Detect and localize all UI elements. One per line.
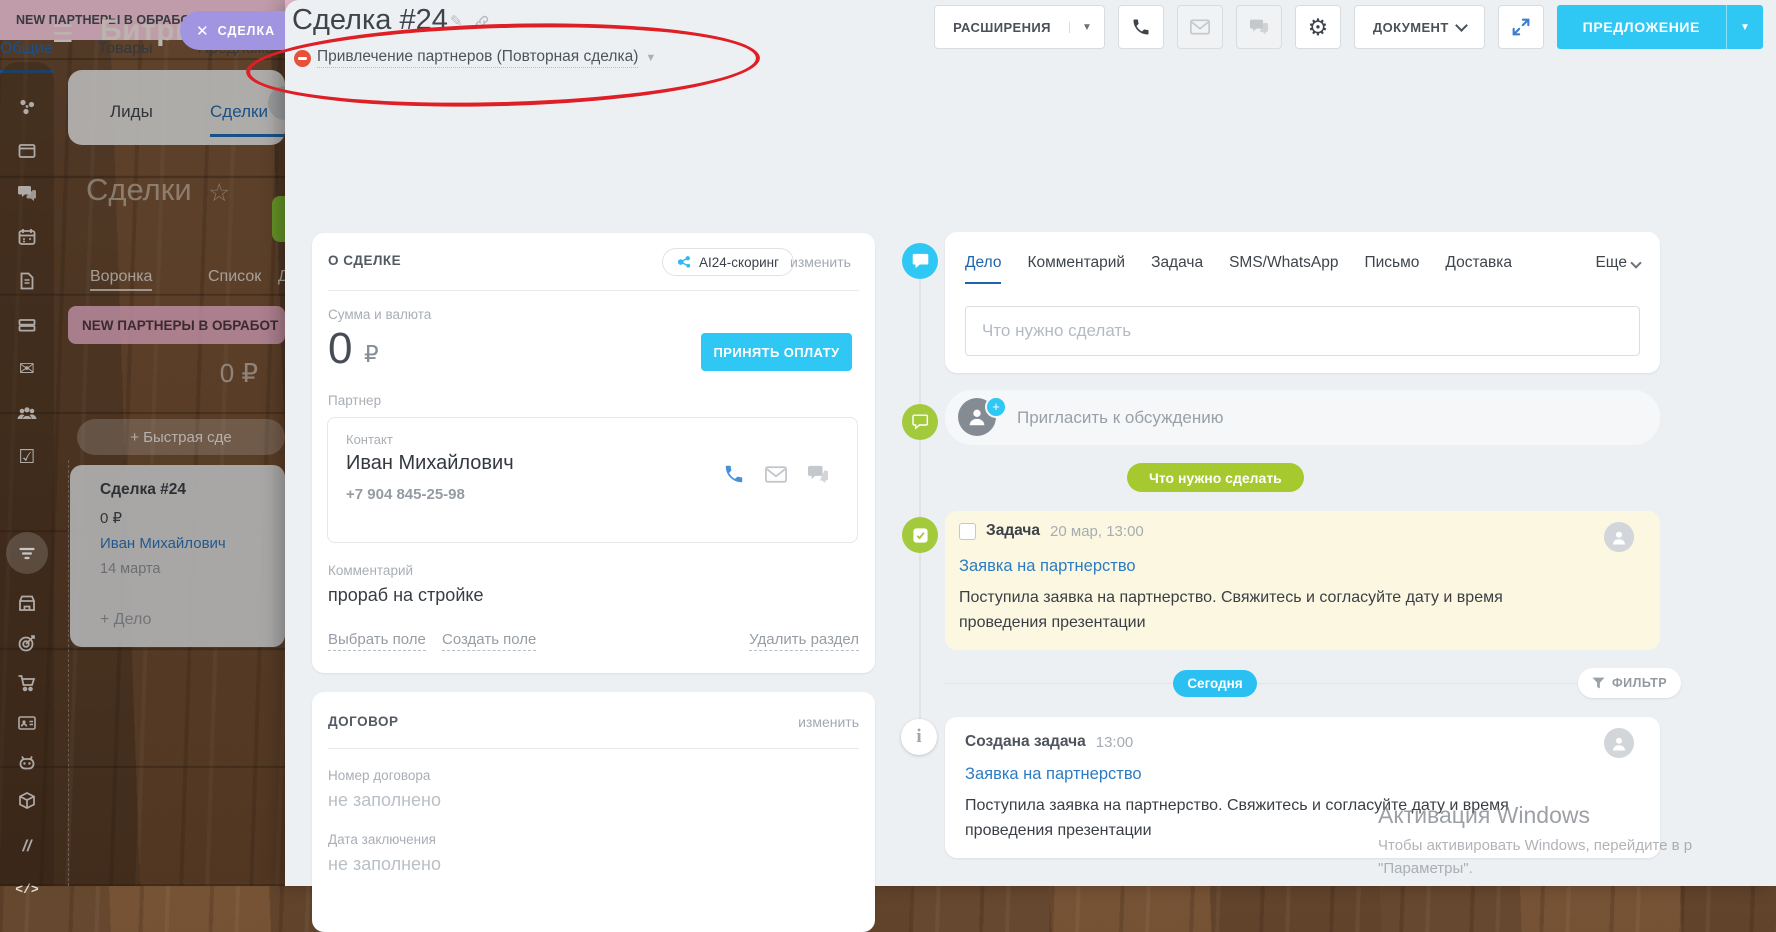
todo-input[interactable] [965,306,1640,356]
ai-molecule-icon [677,255,692,269]
tab-more[interactable]: Еще [1595,254,1640,272]
tab-task[interactable]: Задача [1151,254,1203,284]
task-checkbox[interactable] [959,523,976,540]
divider [328,748,859,749]
task-due-date: 20 мар, 13:00 [1050,523,1144,540]
timeline-comment-icon [902,404,938,440]
extensions-button[interactable]: РАСШИРЕНИЯ ▼ [934,5,1105,49]
comment-value[interactable]: прораб на стройке [328,585,483,606]
partner-label: Партнер [328,393,381,408]
avatar-icon [1604,728,1634,758]
invite-text: Пригласить к обсуждению [1017,408,1223,428]
document-button[interactable]: ДОКУМЕНТ [1354,5,1485,49]
filter-button[interactable]: ФИЛЬТР [1578,668,1681,698]
close-icon: ✕ [196,22,209,40]
task-title-link[interactable]: Заявка на партнерство [959,557,1136,576]
create-field-link[interactable]: Создать поле [442,631,536,651]
tab-letter[interactable]: Письмо [1365,254,1420,284]
contact-label: Контакт [346,432,393,447]
deal-toolbar: РАСШИРЕНИЯ ▼ ⚙ ДОКУМЕНТ ПРЕДЛОЖЕНИЕ ▼ [934,5,1763,49]
amount-label: Сумма и валюта [328,307,431,322]
created-task-card: Создана задача 13:00 Заявка на партнерст… [945,717,1660,858]
chat-button[interactable] [1236,5,1282,49]
contract-number-value[interactable]: не заполнено [328,790,441,811]
edit-section-link[interactable]: изменить [798,714,859,730]
pipeline-selector[interactable]: Привлечение партнеров (Повторная сделка)… [294,48,656,68]
settings-gear-icon[interactable]: ⚙ [1295,5,1341,49]
tab-activity[interactable]: Дело [965,254,1001,284]
ai-scoring-button[interactable]: AI24-скоринг [662,248,794,276]
email-button[interactable] [1177,5,1223,49]
dim-overlay [0,0,285,886]
tab-delivery[interactable]: Доставка [1445,254,1512,284]
chevron-down-icon: ▼ [645,52,656,64]
chevron-down-icon [1630,257,1641,268]
comment-label: Комментарий [328,563,413,578]
contract-date-value[interactable]: не заполнено [328,854,441,875]
amount-value[interactable]: 0 [328,327,352,371]
contract-number-label: Номер договора [328,768,430,783]
email-contact-icon[interactable] [765,466,787,488]
timeline-divider [945,683,1660,684]
edit-pencil-icon[interactable]: ✎ [450,12,463,30]
funnel-icon [1592,677,1605,689]
task-type: Задача [986,522,1040,540]
timeline-activity-icon [902,243,938,279]
tab-sms-whatsapp[interactable]: SMS/WhatsApp [1229,254,1338,284]
chevron-down-icon [1455,19,1468,32]
edit-section-link[interactable]: изменить [790,254,851,270]
call-contact-icon[interactable] [723,463,745,490]
phone-call-button[interactable] [1118,5,1164,49]
avatar-icon [1604,522,1634,552]
deal-title: Сделка #24 [292,4,448,37]
timeline-composer-card: Дело Комментарий Задача SMS/WhatsApp Пис… [945,232,1660,373]
invite-discussion-bar[interactable]: + Пригласить к обсуждению [945,390,1660,445]
about-deal-card: О СДЕЛКЕ AI24-скоринг изменить Сумма и в… [312,233,875,673]
timeline-tabs: Дело Комментарий Задача SMS/WhatsApp Пис… [965,254,1512,284]
chevron-down-icon[interactable]: ▼ [1726,5,1763,49]
delete-section-link[interactable]: Удалить раздел [749,631,859,651]
close-slider-badge[interactable]: ✕ СДЕЛКА [180,11,285,50]
timeline-task-icon [902,517,938,553]
contact-phone[interactable]: +7 904 845-25-98 [346,486,465,503]
contract-card: ДОГОВОР изменить Номер договора не запол… [312,692,875,932]
proposal-button[interactable]: ПРЕДЛОЖЕНИЕ ▼ [1557,5,1763,49]
pipeline-name: Привлечение партнеров (Повторная сделка) [317,48,638,68]
task-description: Поступила заявка на партнерство. Свяжите… [965,793,1575,843]
tab-comment[interactable]: Комментарий [1027,254,1125,284]
todo-badge[interactable]: Что нужно сделать [1127,463,1304,492]
event-time: 13:00 [1096,734,1134,751]
contact-name[interactable]: Иван Михайлович [346,452,514,475]
timeline-line [919,262,921,738]
divider [328,290,859,291]
section-title: О СДЕЛКЕ [328,253,401,268]
chevron-down-icon[interactable]: ▼ [1069,22,1104,33]
copy-link-icon[interactable] [474,14,490,35]
section-title: ДОГОВОР [328,714,399,729]
add-user-plus-icon: + [985,396,1007,418]
chat-contact-icon[interactable] [807,465,829,490]
select-field-link[interactable]: Выбрать поле [328,631,426,651]
timeline-info-icon: i [901,719,937,755]
expand-slider-icon[interactable] [1498,5,1544,49]
currency-symbol: ₽ [364,341,379,368]
contact-box: Контакт Иван Михайлович +7 904 845-25-98 [327,417,858,543]
accept-payment-button[interactable]: ПРИНЯТЬ ОПЛАТУ [701,333,852,371]
contract-date-label: Дата заключения [328,832,436,847]
task-card: Задача 20 мар, 13:00 Заявка на партнерст… [945,511,1660,650]
today-badge[interactable]: Сегодня [1173,670,1257,697]
stage-status-icon [294,50,311,67]
event-type: Создана задача [965,733,1086,751]
task-title-link[interactable]: Заявка на партнерство [965,765,1142,784]
task-description: Поступила заявка на партнерство. Свяжите… [959,585,1539,635]
